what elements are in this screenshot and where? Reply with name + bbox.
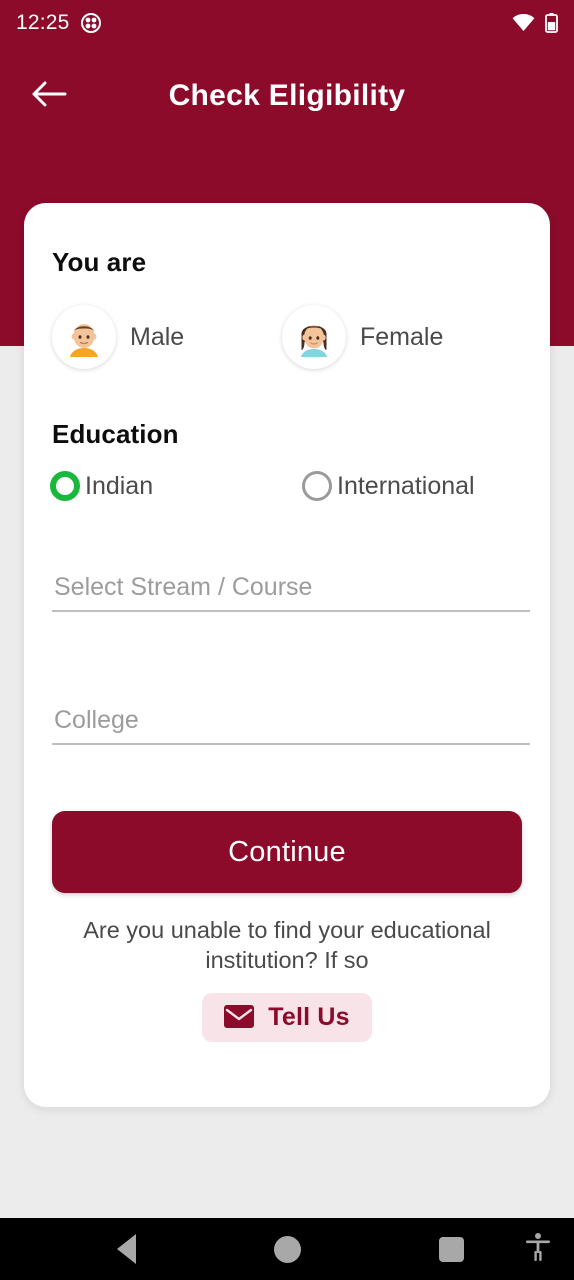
continue-button[interactable]: Continue [52, 811, 522, 893]
tell-us-button[interactable]: Tell Us [202, 993, 372, 1042]
radio-option-international[interactable]: International [302, 471, 475, 501]
radio-label-indian: Indian [85, 471, 154, 500]
nav-recents-button[interactable] [425, 1218, 477, 1280]
battery-icon [545, 13, 558, 33]
back-arrow-icon [32, 79, 68, 114]
gender-options: Male Female [52, 305, 522, 369]
radio-option-indian[interactable]: Indian [50, 471, 302, 501]
radio-label-international: International [337, 471, 475, 500]
envelope-icon [224, 1004, 255, 1031]
app-badge-icon [80, 13, 101, 33]
female-avatar-icon [282, 305, 346, 369]
tell-us-label: Tell Us [268, 1003, 350, 1031]
page-title: Check Eligibility [168, 79, 406, 112]
nav-home-button[interactable] [261, 1218, 313, 1280]
status-bar: 12:25 [0, 0, 574, 46]
stream-course-field [52, 573, 530, 612]
tell-us-container: Tell Us [24, 993, 550, 1042]
back-button[interactable] [24, 70, 76, 122]
you-are-heading: You are [52, 247, 147, 277]
app-bar: Check Eligibility [0, 46, 574, 146]
stream-course-input[interactable] [52, 573, 530, 610]
gender-option-female[interactable]: Female [282, 305, 443, 369]
eligibility-card: You are Male Female Education Indian Int… [24, 203, 550, 1107]
gender-option-male[interactable]: Male [52, 305, 282, 369]
radio-indicator-international [302, 471, 332, 501]
accessibility-icon [525, 1232, 551, 1267]
stream-course-underline [52, 610, 530, 612]
android-navigation-bar [0, 1218, 574, 1280]
status-bar-clock: 12:25 [16, 11, 70, 34]
nav-home-icon [273, 1235, 301, 1263]
status-bar-right [512, 13, 558, 33]
nav-recents-icon [438, 1236, 464, 1262]
college-underline [52, 743, 530, 745]
wifi-icon [512, 14, 535, 32]
gender-label-female: Female [360, 322, 444, 351]
education-radio-group: Indian International [50, 471, 524, 501]
gender-label-male: Male [130, 322, 185, 351]
nav-back-button[interactable] [100, 1218, 152, 1280]
status-bar-left: 12:25 [16, 11, 101, 35]
education-heading: Education [52, 419, 179, 449]
male-avatar-icon [52, 305, 116, 369]
institution-helper-text: Are you unable to find your educational … [83, 917, 491, 974]
nav-back-icon [116, 1234, 136, 1264]
accessibility-button[interactable] [512, 1218, 564, 1280]
college-input[interactable] [52, 706, 530, 743]
radio-indicator-indian [50, 471, 80, 501]
phone-screen: 12:25 Check Eligibility You are Male Fem… [0, 0, 574, 1280]
college-field [52, 706, 530, 745]
